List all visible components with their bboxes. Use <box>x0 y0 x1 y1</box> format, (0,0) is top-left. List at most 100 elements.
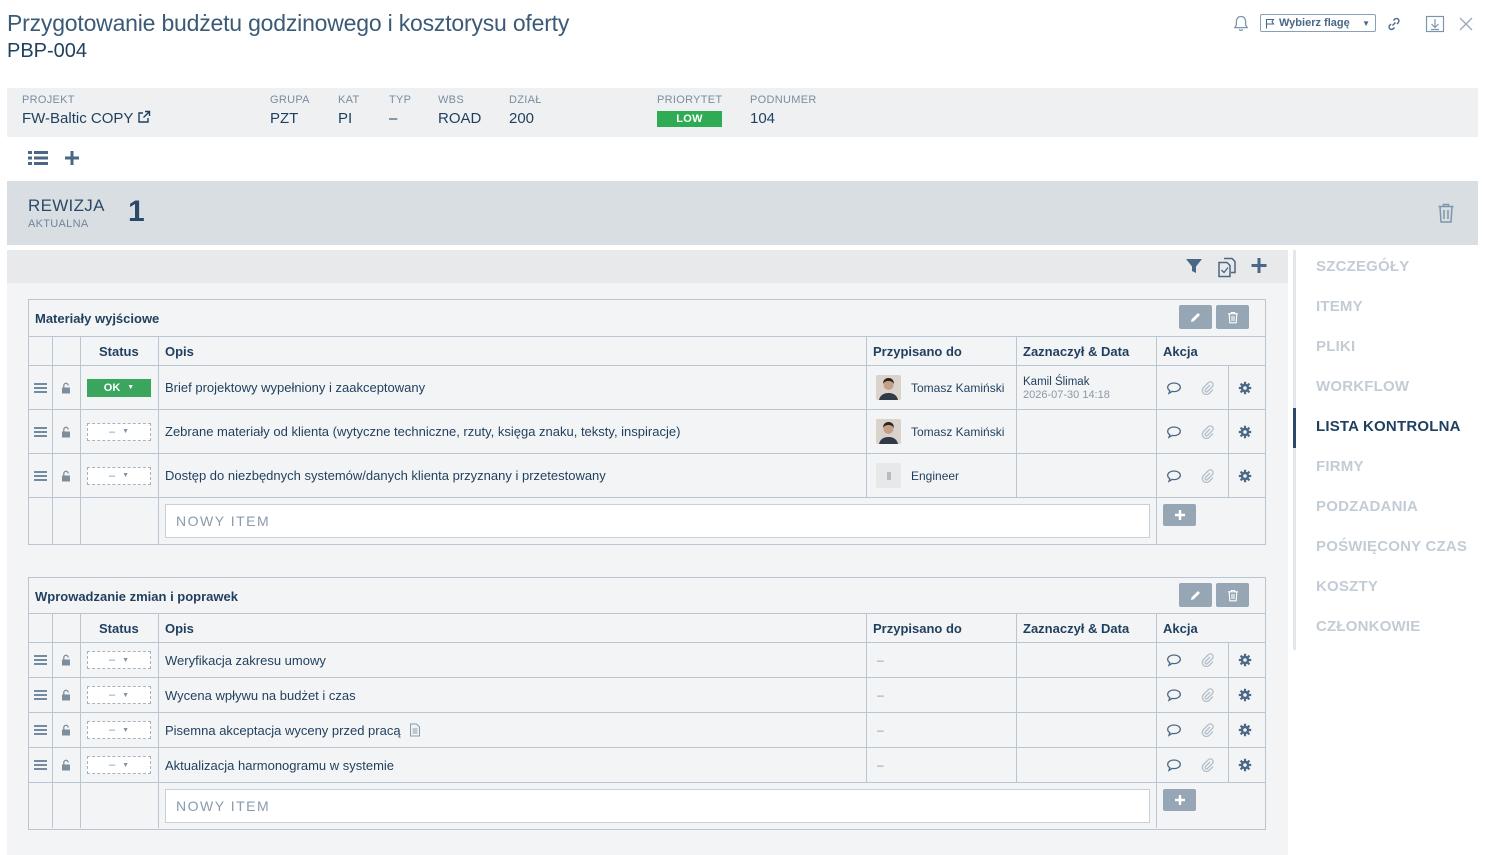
nav-workflow[interactable]: WORKFLOW <box>1316 378 1409 395</box>
assignee-name[interactable]: Tomasz Kamiński <box>911 381 1004 395</box>
comment-icon[interactable] <box>1166 643 1182 677</box>
status-select[interactable]: – ▼ <box>87 721 151 739</box>
lock-icon[interactable] <box>61 643 71 677</box>
lock-icon[interactable] <box>61 748 71 782</box>
marked-by: Kamil Ślimak <box>1023 375 1090 388</box>
drag-handle-icon[interactable] <box>34 748 47 782</box>
paperclip-icon[interactable] <box>1201 748 1215 782</box>
paperclip-icon[interactable] <box>1201 678 1215 712</box>
drag-handle-icon[interactable] <box>34 643 47 677</box>
gear-icon[interactable] <box>1238 454 1252 497</box>
checklist-panel: Materiały wyjściowe Status Opis Przypisa… <box>7 250 1288 855</box>
item-description[interactable]: Weryfikacja zakresu umowy <box>165 643 326 677</box>
comment-icon[interactable] <box>1166 748 1182 782</box>
lock-icon[interactable] <box>61 410 71 453</box>
status-select[interactable]: – ▼ <box>87 756 151 774</box>
nav-czlonkowie[interactable]: CZŁONKOWIE <box>1316 618 1421 635</box>
item-description[interactable]: Brief projektowy wypełniony i zaakceptow… <box>165 366 425 409</box>
nav-pliki[interactable]: PLIKI <box>1316 338 1355 355</box>
plus-icon[interactable] <box>1250 256 1268 283</box>
list-icon[interactable] <box>27 148 49 173</box>
add-item-button[interactable] <box>1163 789 1196 811</box>
drag-handle-icon[interactable] <box>34 713 47 747</box>
projekt-label: PROJEKT <box>22 94 75 106</box>
gear-icon[interactable] <box>1238 748 1252 782</box>
flag-select[interactable]: Wybierz flagę ▼ <box>1260 14 1376 32</box>
status-value: OK <box>103 381 121 394</box>
paperclip-icon[interactable] <box>1201 454 1215 497</box>
table-row: – ▼ Aktualizacja harmonogramu w systemie … <box>29 748 1265 783</box>
status-select[interactable]: – ▼ <box>87 422 151 441</box>
filter-icon[interactable] <box>1184 256 1204 283</box>
nav-itemy[interactable]: ITEMY <box>1316 298 1363 315</box>
paperclip-icon[interactable] <box>1201 713 1215 747</box>
projekt-link[interactable]: FW-Baltic COPY <box>22 110 151 127</box>
priorytet-label: PRIORYTET <box>657 94 723 106</box>
download-icon[interactable] <box>1425 14 1445 34</box>
delete-section-button[interactable] <box>1216 583 1249 607</box>
lock-icon[interactable] <box>61 454 71 497</box>
link-icon[interactable] <box>1385 14 1403 34</box>
new-item-input[interactable]: NOWY ITEM <box>165 789 1150 823</box>
pencil-icon <box>1191 312 1200 322</box>
comment-icon[interactable] <box>1166 713 1182 747</box>
page-title: Przygotowanie budżetu godzinowego i kosz… <box>7 10 570 36</box>
assignee-empty[interactable]: – <box>877 748 884 782</box>
paperclip-icon[interactable] <box>1201 410 1215 453</box>
item-description[interactable]: Dostęp do niezbędnych systemów/danych kl… <box>165 454 606 497</box>
comment-icon[interactable] <box>1166 366 1182 409</box>
copy-icon[interactable] <box>1216 256 1238 283</box>
gear-icon[interactable] <box>1238 366 1252 409</box>
table-row: – ▼ Pisemna akceptacja wyceny przed pracą… <box>29 713 1265 748</box>
add-item-button[interactable] <box>1163 504 1196 526</box>
assignee-empty[interactable]: – <box>877 643 884 677</box>
nav-firmy[interactable]: FIRMY <box>1316 458 1364 475</box>
trash-icon[interactable] <box>1437 202 1455 229</box>
close-icon[interactable] <box>1457 14 1475 34</box>
status-select[interactable]: – ▼ <box>87 686 151 704</box>
edit-section-button[interactable] <box>1179 583 1212 607</box>
new-item-row: NOWY ITEM <box>29 498 1265 545</box>
edit-section-button[interactable] <box>1179 305 1212 329</box>
lock-icon[interactable] <box>61 678 71 712</box>
assignee-empty[interactable]: – <box>877 678 884 712</box>
gear-icon[interactable] <box>1238 678 1252 712</box>
drag-handle-icon[interactable] <box>34 410 47 453</box>
gear-icon[interactable] <box>1238 643 1252 677</box>
document-icon[interactable] <box>409 723 421 737</box>
item-description[interactable]: Zebrane materiały od klienta (wytyczne t… <box>165 410 680 453</box>
nav-lista-kontrolna[interactable]: LISTA KONTROLNA <box>1316 418 1461 435</box>
drag-handle-icon[interactable] <box>34 678 47 712</box>
assignee-empty[interactable]: – <box>877 713 884 747</box>
assignee-name[interactable]: Tomasz Kamiński <box>911 425 1004 439</box>
assignee-name[interactable]: Engineer <box>911 469 959 483</box>
gear-icon[interactable] <box>1238 713 1252 747</box>
external-link-icon[interactable] <box>137 110 151 124</box>
status-select[interactable]: OK ▼ <box>87 378 151 397</box>
nav-koszty[interactable]: KOSZTY <box>1316 578 1378 595</box>
gear-icon[interactable] <box>1238 410 1252 453</box>
bell-icon[interactable] <box>1232 14 1250 34</box>
lock-icon[interactable] <box>61 366 71 409</box>
status-select[interactable]: – ▼ <box>87 466 151 485</box>
new-item-input[interactable]: NOWY ITEM <box>165 504 1150 538</box>
item-description[interactable]: Pisemna akceptacja wyceny przed pracą <box>165 723 401 738</box>
nav-poswiecony-czas[interactable]: POŚWIĘCONY CZAS <box>1316 538 1467 555</box>
paperclip-icon[interactable] <box>1201 643 1215 677</box>
col-assigned: Przypisano do <box>873 344 962 359</box>
paperclip-icon[interactable] <box>1201 366 1215 409</box>
item-description[interactable]: Wycena wpływu na budżet i czas <box>165 678 356 712</box>
drag-handle-icon[interactable] <box>34 366 47 409</box>
comment-icon[interactable] <box>1166 454 1182 497</box>
nav-podzadania[interactable]: PODZADANIA <box>1316 498 1418 515</box>
projekt-value[interactable]: FW-Baltic COPY <box>22 110 133 127</box>
comment-icon[interactable] <box>1166 410 1182 453</box>
item-description[interactable]: Aktualizacja harmonogramu w systemie <box>165 748 394 782</box>
delete-section-button[interactable] <box>1216 305 1249 329</box>
nav-szczegoly[interactable]: SZCZEGÓŁY <box>1316 258 1409 275</box>
lock-icon[interactable] <box>61 713 71 747</box>
drag-handle-icon[interactable] <box>34 454 47 497</box>
comment-icon[interactable] <box>1166 678 1182 712</box>
status-select[interactable]: – ▼ <box>87 651 151 669</box>
plus-icon[interactable] <box>63 148 81 173</box>
